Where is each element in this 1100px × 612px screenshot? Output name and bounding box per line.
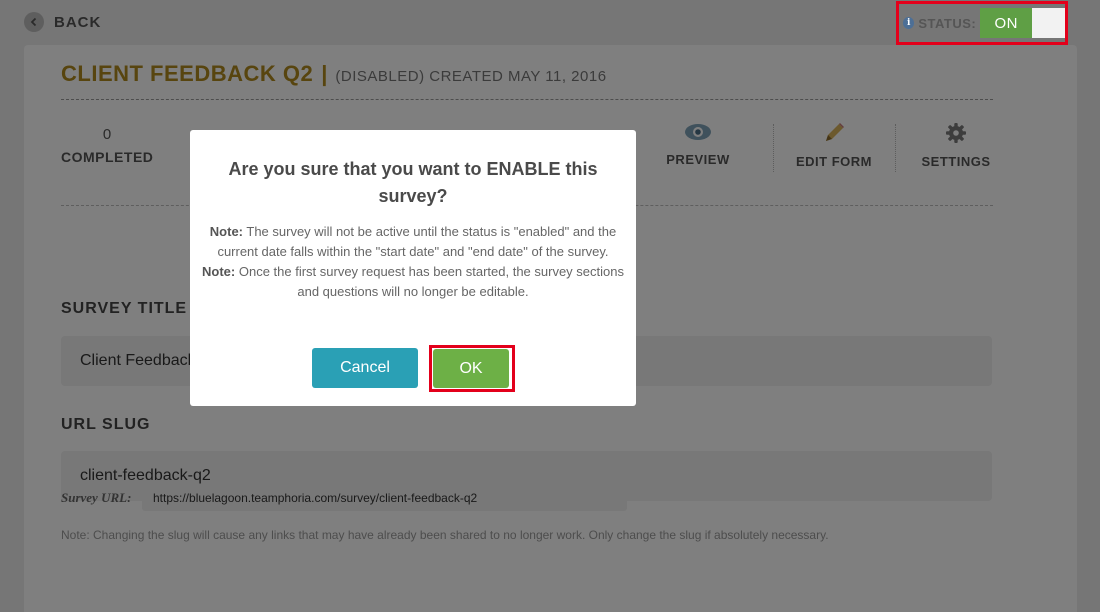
confirm-dialog: Are you sure that you want to ENABLE thi… <box>190 130 636 406</box>
cancel-button[interactable]: Cancel <box>312 348 418 388</box>
ok-button[interactable]: OK <box>433 349 509 388</box>
note-text: The survey will not be active until the … <box>217 224 617 259</box>
dialog-body: Note: The survey will not be active unti… <box>200 222 626 302</box>
note-text: Once the first survey request has been s… <box>235 264 624 299</box>
status-control: i STATUS: ON <box>896 1 1068 45</box>
status-toggle-knob <box>1032 8 1065 38</box>
dialog-title: Are you sure that you want to ENABLE thi… <box>228 159 598 206</box>
info-icon: i <box>903 17 915 29</box>
status-toggle-on: ON <box>980 8 1033 38</box>
note-label: Note: <box>209 224 243 239</box>
status-toggle[interactable]: ON <box>980 8 1065 38</box>
status-label: STATUS: <box>918 15 977 31</box>
ok-highlight: OK <box>429 345 515 392</box>
note-label: Note: <box>202 264 236 279</box>
